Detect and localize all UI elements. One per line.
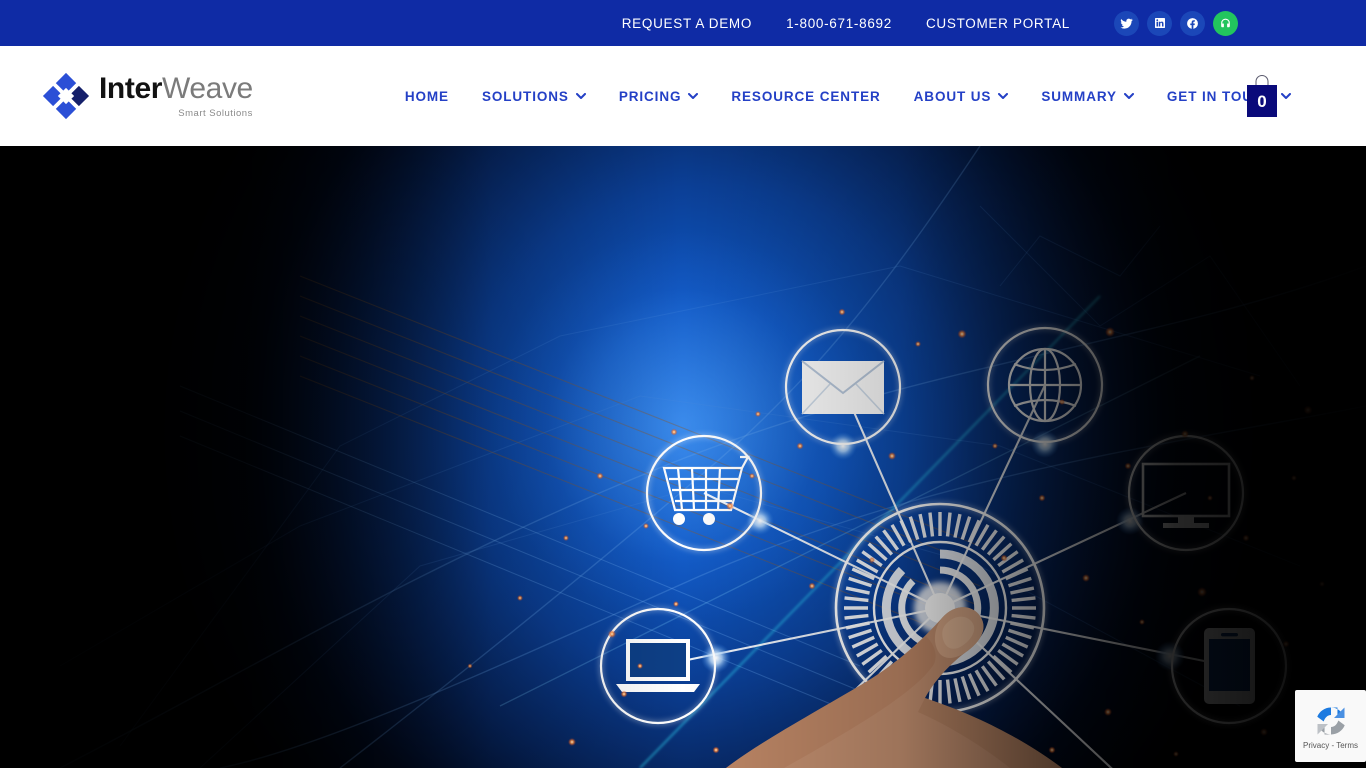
nav-item-pricing[interactable]: PRICING bbox=[619, 89, 699, 104]
nav-label-home: HOME bbox=[404, 88, 449, 104]
recaptcha-badge[interactable]: Privacy - Terms bbox=[1295, 690, 1366, 762]
logo-name: InterWeave bbox=[99, 71, 253, 105]
nav-item-home[interactable]: HOME bbox=[405, 89, 449, 104]
chevron-down-icon bbox=[688, 92, 699, 99]
nav-item-solutions[interactable]: SOLUTIONS bbox=[482, 89, 586, 104]
nav-item-resource-center[interactable]: RESOURCE CENTER bbox=[731, 89, 880, 104]
nav-menu: HOME SOLUTIONS PRICING RESOURCE CENTER A… bbox=[405, 89, 1292, 104]
nav-item-about-us[interactable]: ABOUT US bbox=[914, 89, 1009, 104]
logo-name-secondary: Weave bbox=[162, 71, 253, 105]
nav-label-summary: SUMMARY bbox=[1041, 88, 1117, 104]
logo-name-primary: Inter bbox=[99, 71, 163, 105]
nav-item-summary[interactable]: SUMMARY bbox=[1041, 89, 1134, 104]
topbar-links: REQUEST A DEMO 1-800-671-8692 CUSTOMER P… bbox=[622, 16, 1070, 31]
request-a-demo-link[interactable]: REQUEST A DEMO bbox=[622, 16, 752, 31]
nav-label-solutions: SOLUTIONS bbox=[481, 88, 569, 104]
site-logo[interactable]: InterWeave Smart Solutions bbox=[42, 72, 253, 120]
support-link[interactable] bbox=[1213, 10, 1238, 36]
chevron-down-icon bbox=[1123, 92, 1134, 99]
hero-banner: Privacy - Terms bbox=[0, 146, 1366, 768]
logo-text: InterWeave Smart Solutions bbox=[99, 71, 253, 119]
chevron-down-icon bbox=[998, 92, 1009, 99]
main-navigation-bar: InterWeave Smart Solutions HOME SOLUTION… bbox=[0, 46, 1366, 146]
linkedin-link[interactable] bbox=[1147, 10, 1172, 36]
shopping-cart-button[interactable]: 0 bbox=[1247, 75, 1277, 117]
headphones-icon bbox=[1221, 18, 1230, 27]
hero-edge-vignette bbox=[0, 146, 1366, 768]
chevron-down-icon bbox=[1281, 92, 1292, 99]
social-links bbox=[1114, 10, 1238, 36]
shopping-bag-icon: 0 bbox=[1247, 85, 1277, 117]
linkedin-icon bbox=[1154, 18, 1165, 28]
chevron-down-icon bbox=[575, 92, 586, 99]
nav-label-resource-center: RESOURCE CENTER bbox=[731, 88, 881, 104]
nav-label-about-us: ABOUT US bbox=[913, 88, 992, 104]
facebook-link[interactable] bbox=[1180, 10, 1205, 36]
recaptcha-icon bbox=[1316, 707, 1345, 734]
nav-label-pricing: PRICING bbox=[618, 88, 682, 104]
twitter-icon bbox=[1120, 18, 1133, 29]
facebook-icon bbox=[1187, 17, 1198, 29]
cart-item-count: 0 bbox=[1257, 91, 1267, 111]
twitter-link[interactable] bbox=[1114, 10, 1139, 36]
phone-number-link[interactable]: 1-800-671-8692 bbox=[786, 16, 892, 31]
customer-portal-link[interactable]: CUSTOMER PORTAL bbox=[926, 16, 1070, 31]
interweave-logo-mark bbox=[42, 72, 90, 120]
logo-tagline: Smart Solutions bbox=[178, 107, 253, 119]
recaptcha-label: Privacy - Terms bbox=[1303, 740, 1358, 750]
top-utility-bar: REQUEST A DEMO 1-800-671-8692 CUSTOMER P… bbox=[0, 0, 1366, 46]
